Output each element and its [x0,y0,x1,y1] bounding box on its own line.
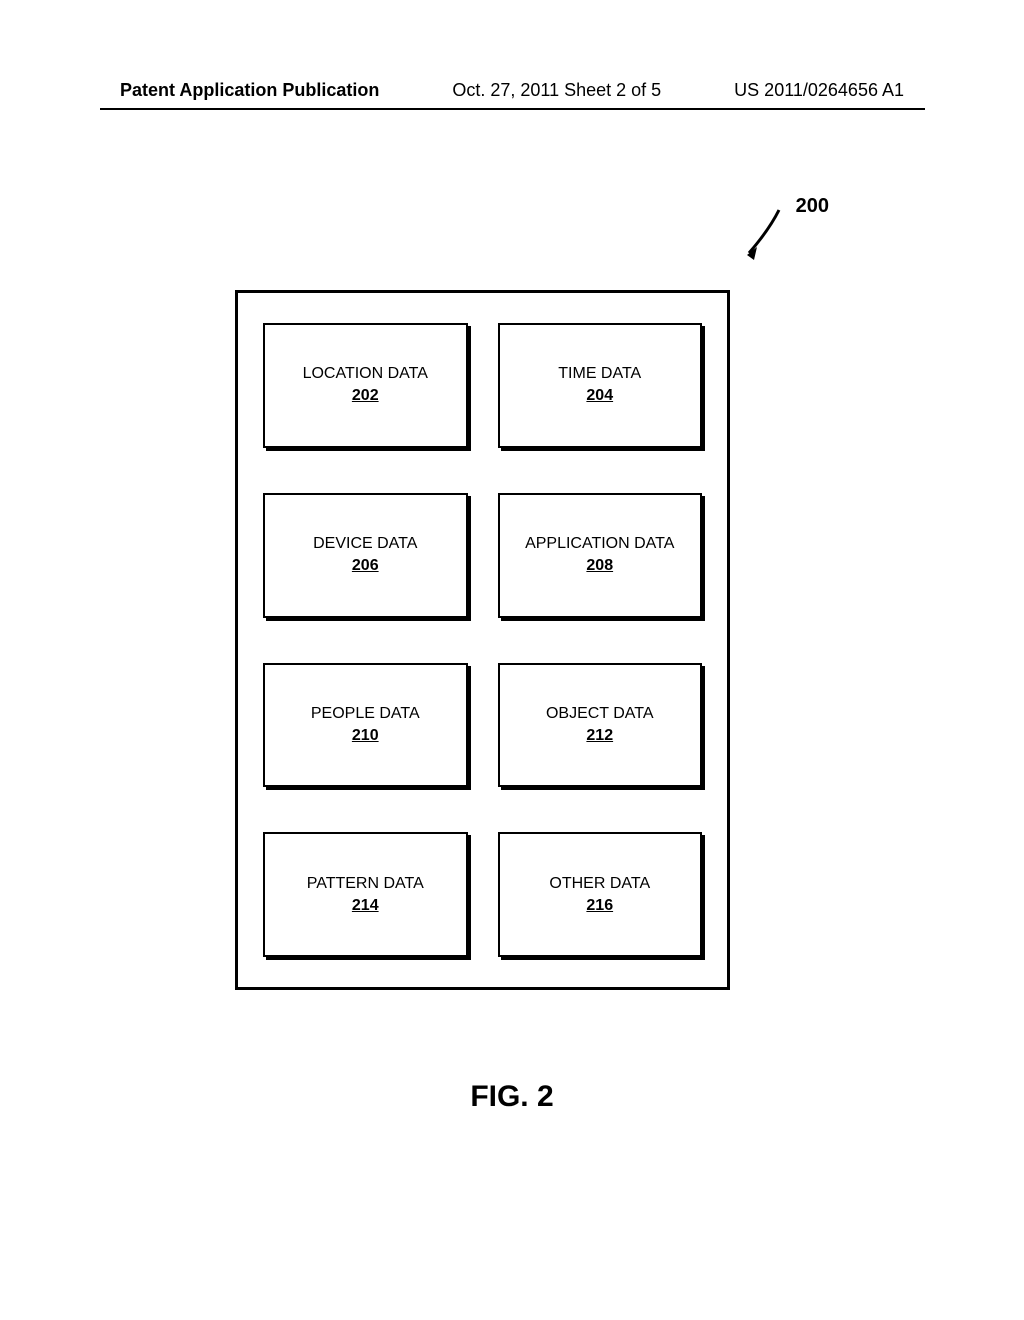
box-label: OBJECT DATA [546,705,654,723]
box-label: APPLICATION DATA [525,535,674,553]
header-left-text: Patent Application Publication [120,80,379,101]
box-number: 206 [352,557,379,575]
data-grid: LOCATION DATA 202 TIME DATA 204 DEVICE D… [263,323,702,957]
box-label: LOCATION DATA [303,365,428,383]
box-label: PATTERN DATA [307,875,424,893]
box-label: OTHER DATA [549,875,650,893]
box-number: 202 [352,387,379,405]
header-right-text: US 2011/0264656 A1 [734,80,904,101]
location-data-box: LOCATION DATA 202 [263,323,468,448]
people-data-box: PEOPLE DATA 210 [263,663,468,788]
figure-label: FIG. 2 [0,1080,1024,1114]
box-number: 204 [586,387,613,405]
box-number: 216 [586,897,613,915]
box-label: DEVICE DATA [313,535,417,553]
object-data-box: OBJECT DATA 212 [498,663,703,788]
box-number: 212 [586,727,613,745]
page-header: Patent Application Publication Oct. 27, … [0,80,1024,101]
box-number: 210 [352,727,379,745]
header-divider [100,108,925,110]
reference-arrow-icon [739,205,789,270]
device-data-box: DEVICE DATA 206 [263,493,468,618]
box-label: PEOPLE DATA [311,705,420,723]
main-container: LOCATION DATA 202 TIME DATA 204 DEVICE D… [235,290,730,990]
time-data-box: TIME DATA 204 [498,323,703,448]
box-label: TIME DATA [558,365,641,383]
box-number: 208 [586,557,613,575]
reference-number: 200 [796,195,829,218]
other-data-box: OTHER DATA 216 [498,832,703,957]
application-data-box: APPLICATION DATA 208 [498,493,703,618]
box-number: 214 [352,897,379,915]
header-center-text: Oct. 27, 2011 Sheet 2 of 5 [452,80,661,101]
pattern-data-box: PATTERN DATA 214 [263,832,468,957]
